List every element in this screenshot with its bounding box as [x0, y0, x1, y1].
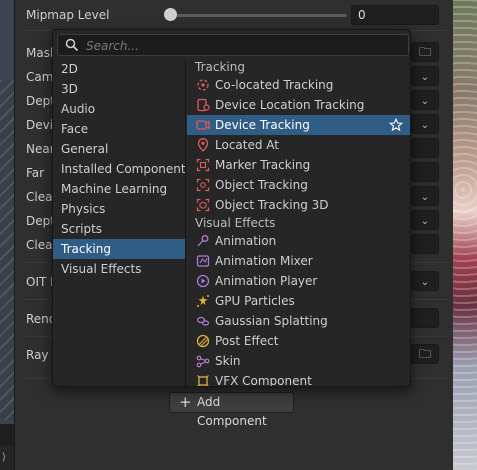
clear-dropdown[interactable]: ⌄ — [411, 186, 439, 206]
item-gpu-particles[interactable]: GPU Particles — [187, 291, 410, 311]
chevron-down-icon: ⌄ — [420, 120, 430, 131]
vfx-component-icon — [197, 375, 209, 386]
component-picker-popup: 2D 3D Audio Face General Installed Compo… — [52, 29, 411, 387]
chevron-down-icon: ⌄ — [420, 277, 430, 288]
chevron-down-icon: ⌄ — [420, 192, 430, 203]
category-visual-effects[interactable]: Visual Effects — [53, 259, 185, 279]
folder-icon: 🗀 — [418, 45, 431, 59]
search-icon — [65, 38, 79, 52]
category-audio[interactable]: Audio — [53, 99, 185, 119]
far-field[interactable] — [411, 162, 439, 182]
chevron-down-icon: ⌄ — [420, 72, 430, 83]
viewport-footer — [0, 424, 14, 446]
clear-2-field[interactable] — [411, 234, 439, 254]
search-box[interactable] — [57, 34, 409, 56]
item-animation[interactable]: Animation — [187, 231, 410, 251]
group-header-tracking: Tracking — [195, 60, 245, 74]
post-effect-icon — [196, 334, 210, 348]
colocated-tracking-icon — [197, 79, 209, 91]
item-skin[interactable]: Skin — [187, 351, 410, 371]
item-object-tracking[interactable]: Object Tracking — [187, 175, 410, 195]
gpu-particles-icon — [197, 295, 209, 307]
category-3d[interactable]: 3D — [53, 79, 185, 99]
item-gaussian-splatting[interactable]: Gaussian Splatting — [187, 311, 410, 331]
location-pin-icon — [197, 138, 209, 152]
item-marker-tracking[interactable]: Marker Tracking — [187, 155, 410, 175]
animation-icon — [197, 235, 209, 247]
favorite-star-icon[interactable] — [389, 118, 403, 132]
depth-2-dropdown[interactable]: ⌄ — [411, 210, 439, 230]
category-general[interactable]: General — [53, 139, 185, 159]
skin-icon — [196, 355, 210, 368]
mask-folder-button[interactable]: 🗀 — [411, 42, 439, 62]
folder-icon: 🗀 — [418, 347, 431, 361]
viewport-strip: ⟩ — [0, 0, 14, 470]
viewport-grid — [0, 80, 14, 420]
category-tracking[interactable]: Tracking — [53, 239, 185, 259]
mipmap-level-label: Mipmap Level — [26, 8, 110, 22]
viewport-footer-2: ⟩ — [0, 446, 14, 470]
category-2d[interactable]: 2D — [53, 59, 185, 79]
item-co-located-tracking[interactable]: Co-located Tracking — [187, 75, 410, 95]
camera-dropdown[interactable]: ⌄ — [411, 66, 439, 86]
category-list: 2D 3D Audio Face General Installed Compo… — [53, 59, 186, 386]
oit-dropdown[interactable]: ⌄ — [411, 271, 439, 291]
chevron-down-icon: ⌄ — [420, 216, 430, 227]
category-physics[interactable]: Physics — [53, 199, 185, 219]
chevron-down-icon: ⌄ — [420, 96, 430, 107]
device-location-icon — [197, 98, 210, 112]
animation-player-icon — [196, 274, 210, 288]
plus-icon: + — [179, 393, 192, 411]
category-installed-components[interactable]: Installed Components — [53, 159, 185, 179]
object-tracking-3d-icon — [196, 198, 210, 212]
search-input[interactable] — [86, 37, 404, 54]
category-face[interactable]: Face — [53, 119, 185, 139]
add-component-label: Add Component — [197, 395, 267, 428]
near-field[interactable] — [411, 138, 439, 158]
item-device-location-tracking[interactable]: Device Location Tracking — [187, 95, 410, 115]
render-field[interactable] — [411, 308, 439, 328]
device-dropdown[interactable]: ⌄ — [411, 114, 439, 134]
object-tracking-icon — [196, 178, 210, 192]
mipmap-slider-knob[interactable] — [164, 8, 177, 21]
mipmap-level-field[interactable]: 0 — [351, 5, 439, 25]
ray-folder-button[interactable]: 🗀 — [411, 344, 439, 364]
device-tracking-icon — [196, 120, 210, 130]
component-list: Tracking Co-located Tracking Device Loca… — [187, 59, 410, 386]
item-device-tracking[interactable]: Device Tracking — [187, 115, 410, 135]
category-machine-learning[interactable]: Machine Learning — [53, 179, 185, 199]
animation-mixer-icon — [196, 255, 210, 267]
gaussian-splatting-icon — [196, 316, 210, 326]
item-object-tracking-3d[interactable]: Object Tracking 3D — [187, 195, 410, 215]
group-header-visual-effects: Visual Effects — [195, 216, 276, 230]
mipmap-slider-track[interactable] — [167, 14, 347, 17]
viewport-right — [453, 0, 477, 470]
marker-tracking-icon — [196, 158, 210, 172]
item-post-effect[interactable]: Post Effect — [187, 331, 410, 351]
viewport-image — [453, 0, 477, 470]
item-animation-mixer[interactable]: Animation Mixer — [187, 251, 410, 271]
item-animation-player[interactable]: Animation Player — [187, 271, 410, 291]
item-located-at[interactable]: Located At — [187, 135, 410, 155]
category-scripts[interactable]: Scripts — [53, 219, 185, 239]
add-component-button[interactable]: + Add Component — [169, 392, 294, 428]
item-vfx-component[interactable]: VFX Component — [187, 371, 410, 386]
depth-dropdown[interactable]: ⌄ — [411, 90, 439, 110]
